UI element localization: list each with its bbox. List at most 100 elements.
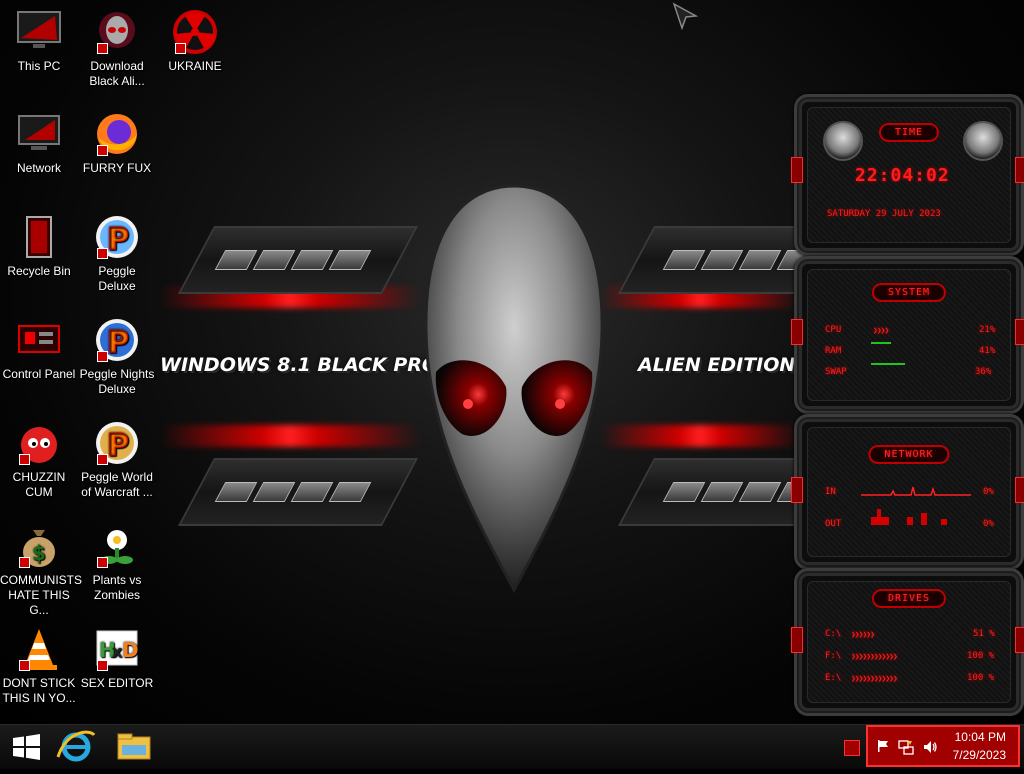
shortcut-arrow-icon xyxy=(97,557,108,568)
alien-skull-icon xyxy=(93,8,141,56)
icon-label: UKRAINE xyxy=(168,59,222,73)
hex-editor-icon: HxD xyxy=(93,625,141,673)
desktop-icon-download-black-alien[interactable]: Download Black Ali... xyxy=(78,8,156,89)
drives-gadget[interactable]: DRIVES C:\ ❯❯❯❯❯❯ 51 % F:\ ❯❯❯❯❯❯❯❯❯❯❯❯ … xyxy=(791,568,1024,716)
icon-label: Network xyxy=(16,161,61,175)
icon-label: Control Panel xyxy=(2,367,76,381)
desktop-icon-sex-editor[interactable]: HxD SEX EDITOR xyxy=(78,625,156,691)
windows-logo-icon xyxy=(13,734,40,760)
alien-head-logo xyxy=(424,184,604,594)
firefox-icon xyxy=(93,110,141,158)
red-glow xyxy=(600,425,800,447)
shortcut-arrow-icon xyxy=(97,660,108,671)
icon-label: Peggle Nights Deluxe xyxy=(79,367,155,396)
icon-label: COMMUNISTS HATE THIS G... xyxy=(0,573,82,617)
desktop-icon-ukraine[interactable]: UKRAINE xyxy=(156,8,234,74)
icon-label: This PC xyxy=(17,59,61,73)
desktop-icon-this-pc[interactable]: This PC xyxy=(0,8,78,74)
internet-explorer-button[interactable] xyxy=(52,725,100,769)
svg-text:P: P xyxy=(107,325,129,360)
chuzzle-icon xyxy=(15,419,63,467)
icon-label: DONT STICK THIS IN YO... xyxy=(2,676,76,705)
system-tray: 10:04 PM 7/29/2023 xyxy=(866,725,1020,767)
svg-text:$: $ xyxy=(32,541,46,565)
shortcut-arrow-icon xyxy=(19,557,30,568)
drive-c-label: C:\ xyxy=(825,629,842,639)
net-out-graph xyxy=(861,509,971,525)
monitor-icon xyxy=(15,8,63,56)
desktop-icon-vlc[interactable]: DONT STICK THIS IN YO... xyxy=(0,625,78,706)
desktop-icon-peggle-world-of-warcraft[interactable]: P Peggle World of Warcraft ... xyxy=(78,419,156,500)
gadget-title: TIME xyxy=(878,123,940,142)
desktop-icon-control-panel[interactable]: Control Panel xyxy=(0,316,78,382)
mouse-cursor-icon xyxy=(672,2,698,30)
net-in-value: 0% xyxy=(983,487,994,497)
ram-value: 41% xyxy=(979,346,996,356)
icon-label: Plants vs Zombies xyxy=(92,573,142,602)
desktop-icon-plants-vs-zombies[interactable]: Plants vs Zombies xyxy=(78,522,156,603)
icon-label: Download Black Ali... xyxy=(89,59,145,88)
shortcut-arrow-icon xyxy=(97,351,108,362)
network-gadget[interactable]: NETWORK IN 0% OUT 0% xyxy=(791,414,1024,570)
wallpaper-title-left: WINDOWS 8.1 BLACK PRO xyxy=(160,354,439,376)
drive-f-value: 100 % xyxy=(967,651,995,661)
svg-text:D: D xyxy=(122,638,139,662)
drive-e-meter: ❯❯❯❯❯❯❯❯❯❯❯❯ xyxy=(851,674,898,683)
desktop-icon-recycle-bin[interactable]: Recycle Bin xyxy=(0,213,78,279)
drive-c-meter: ❯❯❯❯❯❯ xyxy=(851,630,875,639)
recycle-bin-icon xyxy=(15,213,63,261)
shortcut-arrow-icon xyxy=(97,43,108,54)
metal-bar xyxy=(177,458,419,526)
network-icon xyxy=(15,110,63,158)
net-in-label: IN xyxy=(825,487,836,497)
desktop-icon-network[interactable]: Network xyxy=(0,110,78,176)
tray-clock-date[interactable]: 7/29/2023 xyxy=(926,748,1006,762)
shortcut-arrow-icon xyxy=(175,43,186,54)
icon-label: CHUZZIN CUM xyxy=(12,470,66,499)
swap-value: 36% xyxy=(975,367,992,377)
alien-avatar-icon xyxy=(823,121,863,161)
swap-meter xyxy=(871,363,905,365)
network-icon[interactable] xyxy=(898,739,914,755)
cpu-label: CPU xyxy=(825,325,842,335)
gadget-title: DRIVES xyxy=(871,589,947,608)
gadget-title: NETWORK xyxy=(868,445,950,464)
drive-f-label: F:\ xyxy=(825,651,842,661)
desktop-icon-peggle-deluxe[interactable]: P Peggle Deluxe xyxy=(78,213,156,294)
metal-bar xyxy=(177,226,419,294)
icon-label: SEX EDITOR xyxy=(80,676,154,690)
gadget-clock: 22:04:02 xyxy=(855,165,950,186)
svg-text:P: P xyxy=(107,428,129,463)
cpu-value: 21% xyxy=(979,325,996,335)
drive-c-value: 51 % xyxy=(973,629,995,639)
desktop-icon-peggle-nights-deluxe[interactable]: P Peggle Nights Deluxe xyxy=(78,316,156,397)
start-button[interactable] xyxy=(2,725,50,769)
icon-label: Peggle World of Warcraft ... xyxy=(81,470,153,499)
cpu-meter: ❯❯❯❯ xyxy=(873,326,889,335)
file-explorer-button[interactable] xyxy=(110,725,158,769)
desktop-icon-chuzzin-cum[interactable]: CHUZZIN CUM xyxy=(0,419,78,500)
vlc-cone-icon xyxy=(15,625,63,673)
flag-icon[interactable] xyxy=(876,739,890,753)
net-in-graph xyxy=(861,486,971,496)
money-bag-icon: $ xyxy=(15,522,63,570)
drive-e-value: 100 % xyxy=(967,673,995,683)
shortcut-arrow-icon xyxy=(19,454,30,465)
net-out-value: 0% xyxy=(983,519,994,529)
icon-label: FURRY FUX xyxy=(82,161,152,175)
plants-vs-zombies-icon xyxy=(93,522,141,570)
tray-clock-time[interactable]: 10:04 PM xyxy=(926,730,1006,744)
show-hidden-icons-button[interactable] xyxy=(844,740,860,756)
system-gadget[interactable]: SYSTEM CPU ❯❯❯❯ 21% RAM 41% SWAP 36% xyxy=(791,256,1024,414)
desktop-icon-furry-fux[interactable]: FURRY FUX xyxy=(78,110,156,176)
gadget-date: SATURDAY 29 JULY 2023 xyxy=(827,209,941,219)
internet-explorer-icon xyxy=(56,730,96,762)
control-panel-icon xyxy=(15,316,63,364)
drive-e-label: E:\ xyxy=(825,673,842,683)
desktop-icon-communists[interactable]: $ COMMUNISTS HATE THIS G... xyxy=(0,522,82,618)
file-explorer-icon xyxy=(117,733,151,760)
peggle-wow-icon: P xyxy=(93,419,141,467)
time-gadget[interactable]: TIME 22:04:02 SATURDAY 29 JULY 2023 xyxy=(791,94,1024,256)
svg-text:P: P xyxy=(107,222,129,257)
ram-meter xyxy=(871,342,891,344)
